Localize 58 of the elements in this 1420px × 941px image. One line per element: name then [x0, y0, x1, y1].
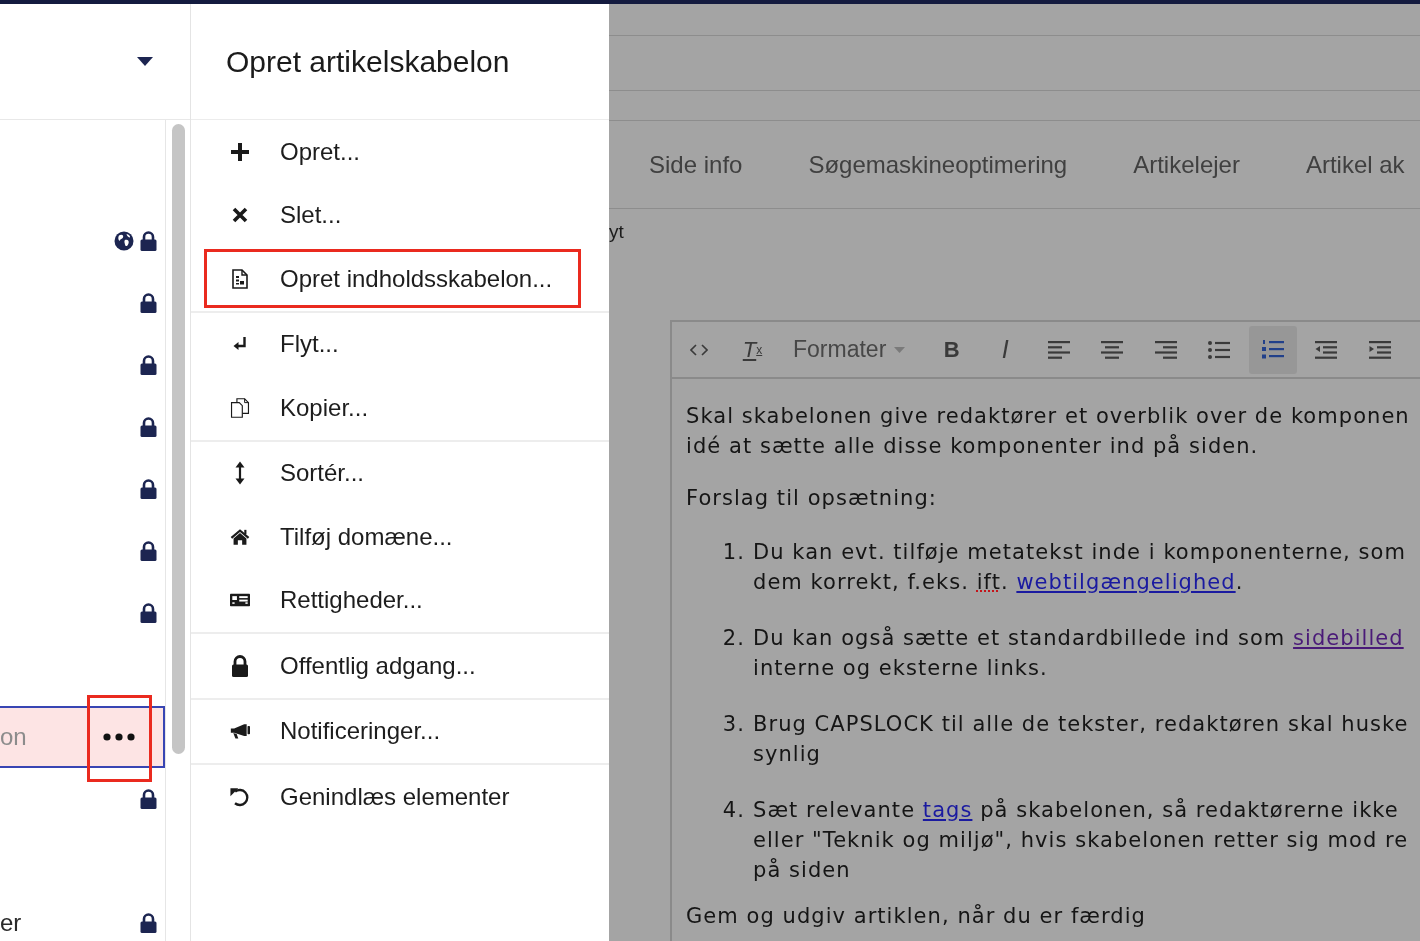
- selected-tree-item[interactable]: on: [0, 706, 165, 768]
- menu-item[interactable]: Opret...: [191, 120, 609, 184]
- link[interactable]: webtilgængelighed: [1016, 570, 1236, 594]
- align-right-icon: [1154, 340, 1177, 359]
- tab[interactable]: Artikelejer: [1100, 121, 1273, 208]
- menu-item[interactable]: Offentlig adgang...: [191, 634, 609, 698]
- document-icon: [232, 268, 248, 289]
- italic-button[interactable]: I: [981, 325, 1030, 374]
- tree-item-label[interactable]: er: [0, 909, 22, 937]
- list-number: 2.: [721, 625, 745, 652]
- outdent-icon: [1315, 340, 1338, 359]
- menu-item[interactable]: Rettigheder...: [191, 568, 609, 632]
- caret-icon: [894, 346, 906, 353]
- bold-button[interactable]: B: [927, 325, 976, 374]
- bulleted-list-icon: [1208, 340, 1231, 359]
- list-item-text: Sæt relevante tags på skabelonen, så redaktørerne ikke eller "Teknik og miljø", hvis skabelonen retter sig mod re på siden: [753, 797, 1410, 884]
- list-item-text: Du kan evt. tilføje metatekst inde i komponenterne, som dem korrekt, f.eks. ift. webtilgængelighed.: [753, 539, 1407, 596]
- format-dropdown[interactable]: Formater: [782, 325, 923, 374]
- cross-icon: [232, 207, 248, 224]
- align-left-icon: [1047, 340, 1070, 359]
- menu-item[interactable]: Notificeringer...: [191, 699, 609, 763]
- megaphone-icon: [230, 721, 250, 742]
- caret-icon[interactable]: [137, 57, 153, 66]
- link[interactable]: sidebilled: [1293, 626, 1404, 650]
- link[interactable]: tags: [922, 798, 973, 822]
- lock-icon: [231, 654, 249, 677]
- tab[interactable]: Artikel ak: [1272, 121, 1420, 208]
- plus-icon: [231, 142, 249, 161]
- scrollbar[interactable]: [172, 124, 185, 754]
- menu-title: Opret artikelskabelon: [226, 44, 510, 79]
- ellipsis-icon: [103, 733, 135, 741]
- menu-item[interactable]: Kopier...: [191, 376, 609, 440]
- menu-item[interactable]: Flyt...: [191, 312, 609, 376]
- menu-item[interactable]: Genindlæs elementer: [191, 765, 609, 829]
- list-number: 3.: [721, 711, 745, 738]
- up-down-arrow-icon: [235, 461, 245, 486]
- return-arrow-icon: [233, 336, 247, 353]
- menu-item[interactable]: Tilføj domæne...: [191, 505, 609, 569]
- menu-item[interactable]: Slet...: [191, 183, 609, 247]
- field-label: yt: [609, 221, 624, 242]
- card-icon: [230, 592, 250, 609]
- indent-icon: [1368, 340, 1391, 359]
- tab[interactable]: Side info: [616, 121, 776, 208]
- menu-item[interactable]: Sortér...: [191, 441, 609, 505]
- code-icon: [690, 343, 708, 356]
- tree-item-label[interactable]: on: [0, 723, 27, 751]
- align-center-icon: [1101, 340, 1124, 359]
- list-item-text: Brug CAPSLOCK til alle de tekster, redaktøren skal huske synlig: [753, 711, 1410, 768]
- list-item-text: Du kan også sætte et standardbillede ind som sidebilled interne og eksterne links.: [753, 625, 1405, 682]
- numbered-list-icon: [1261, 340, 1284, 359]
- paragraph: Skal skabelonen give redaktører et overblik over de komponen idé at sætte alle disse komponenter ind på siden.: [686, 403, 1411, 460]
- paragraph: Gem og udgiv artiklen, når du er færdig: [686, 903, 1147, 930]
- tab[interactable]: Søgemaskineoptimering: [775, 121, 1101, 208]
- list-number: 1.: [721, 539, 745, 566]
- paragraph: Forslag til opsætning:: [686, 485, 938, 512]
- list-number: 4.: [721, 797, 745, 824]
- numbered-list-button[interactable]: [1248, 325, 1297, 374]
- menu-item[interactable]: Opret indholdsskabelon...: [191, 247, 609, 311]
